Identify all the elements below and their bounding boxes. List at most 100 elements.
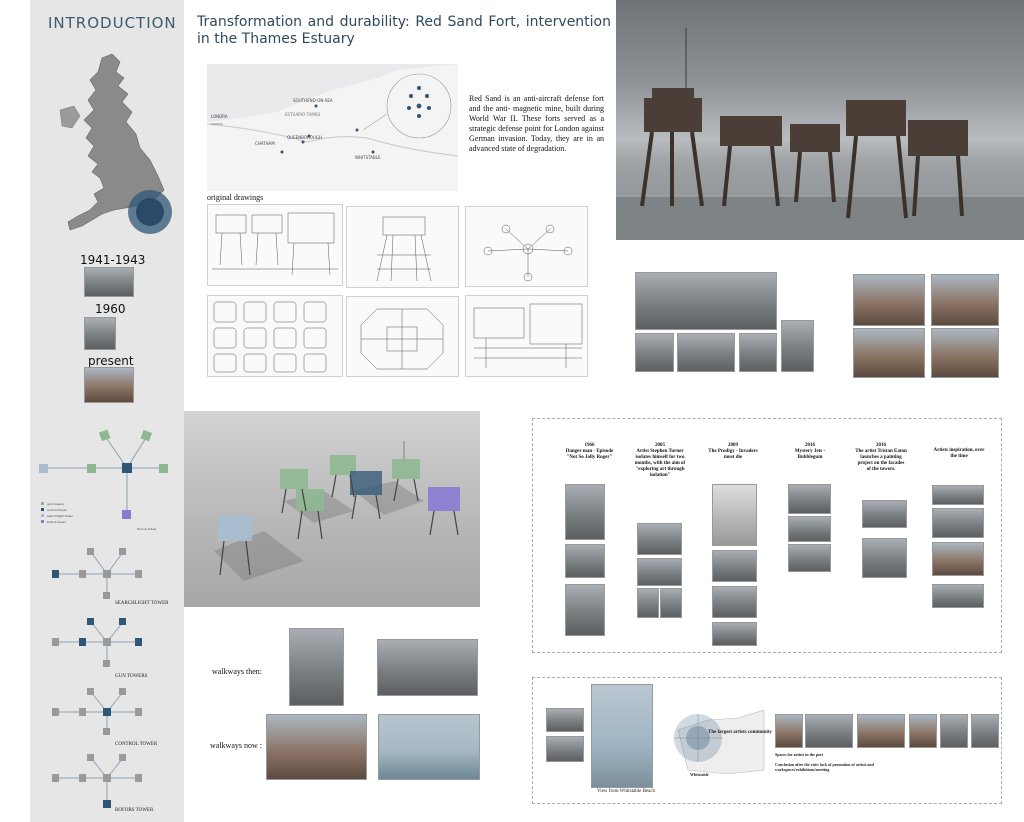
map-label-estuary: ESTUARIO TAMIGI — [285, 112, 321, 117]
drawing-plans-grid — [207, 295, 343, 377]
photo-collage-2 — [677, 333, 735, 372]
port-photo-5 — [940, 714, 968, 748]
caption-control-tower: CONTROL TOWER — [115, 742, 158, 747]
tl-photo-1966-c — [565, 584, 605, 636]
location-marker-inner — [136, 198, 164, 226]
legend-searchlight: searchlight tower — [47, 514, 74, 518]
tl-photo-eaton-b — [862, 538, 907, 578]
caption-bofors-tower: BOFORS TOWER — [115, 808, 154, 813]
tl-photo-2005-d — [660, 588, 682, 618]
tower-node — [39, 464, 48, 473]
map-label-london: LONDRA — [211, 114, 228, 119]
photo-interior-3 — [853, 328, 925, 378]
drawing-section — [465, 295, 588, 377]
timeline-artists-inspiration: Artists inspiration, over the time — [933, 448, 985, 459]
timeline-1966: 1966 Danger man - Episode "Not So Jolly R… — [565, 443, 614, 460]
photo-collage-1 — [635, 333, 674, 372]
photo-1941 — [84, 267, 134, 297]
beach-photo-b — [546, 736, 584, 762]
timeline-2016-mystery-jets: 2016 Mystery Jets - Bubblegum — [794, 443, 826, 460]
tl-photo-2009-b — [712, 550, 757, 582]
map-label-whitstable: WHITSTABLE — [355, 155, 381, 160]
photo-interior-4 — [931, 328, 999, 378]
walkways-then-label: walkways then: — [212, 667, 262, 676]
tl-photo-1966-a — [565, 484, 605, 540]
drawing-elevation-2 — [346, 206, 459, 288]
hero-photo-red-sand-fort — [616, 0, 1024, 240]
photo-walkway-then-2 — [377, 639, 478, 696]
photo-interior-1 — [853, 274, 925, 326]
photo-present — [84, 367, 134, 403]
tower-node — [140, 429, 153, 442]
timeline-2009: 2009 The Prodigy - Invaders must die — [708, 443, 758, 460]
tl-photo-2009-c — [712, 586, 757, 618]
community-label: The largest artists community — [708, 730, 773, 735]
control-tower-diagram — [52, 688, 142, 735]
tl-photo-eaton-a — [862, 500, 907, 528]
render-towers-3d — [184, 411, 480, 607]
port-photo-6 — [971, 714, 999, 748]
drawing-plan-star — [465, 206, 588, 287]
caption-searchlight: SEARCHLIGHT TOWER — [115, 601, 169, 606]
tower-node — [122, 510, 131, 519]
tower-node — [87, 464, 96, 473]
tl-photo-2009-d — [712, 622, 757, 646]
legend-bofors: bofors tower — [47, 520, 66, 524]
intro-paragraph: Red Sand is an anti-aircraft defense for… — [469, 94, 604, 153]
page-title: Transformation and durability: Red Sand … — [197, 14, 611, 47]
photo-walkway-then-1 — [289, 628, 344, 706]
photo-forts-historic — [635, 272, 777, 330]
beach-photo-a — [546, 708, 584, 732]
tl-photo-insp-c — [932, 542, 984, 576]
beach-photo-view — [591, 684, 653, 788]
bofors-tower-diagram — [52, 754, 142, 808]
legend-control-tower: control tower — [47, 508, 67, 512]
photo-interior-2 — [931, 274, 999, 326]
legend-tunnel-note: Tunnel tubes — [137, 527, 157, 531]
tl-photo-insp-a — [932, 485, 984, 505]
port-photo-2 — [805, 714, 853, 748]
tl-photo-2005-c — [637, 588, 659, 618]
photo-collage-4 — [781, 320, 814, 372]
map-label-queenborough: QUEENBOROUGH — [287, 135, 322, 140]
photo-collage-3 — [739, 333, 777, 372]
tl-photo-insp-b — [932, 508, 984, 538]
tl-photo-2005-a — [637, 523, 682, 555]
timeline-2016-tristan-eaton: 2016 The artist Tristan Eaton launches a … — [855, 443, 907, 472]
port-photo-3 — [857, 714, 905, 748]
tl-photo-insp-d — [932, 584, 984, 608]
walkways-now-label: walkways now : — [210, 741, 262, 750]
photo-walkway-now-1 — [266, 714, 367, 780]
port-photo-1 — [775, 714, 803, 748]
photo-1960 — [84, 317, 116, 350]
timeline-2005: 2005 Artist Stephen Turner isolates himse… — [634, 443, 686, 478]
whitstable-map — [674, 709, 765, 775]
tower-node — [98, 429, 111, 442]
beach-caption: View from Whitstable Beach — [597, 789, 656, 794]
map-label-southend: SOUTHEND-ON-SEA — [293, 98, 333, 103]
drawing-elevation-1 — [207, 204, 343, 286]
caption-gun-towers: GUN TOWERS — [115, 674, 148, 679]
port-photo-4 — [909, 714, 937, 748]
year-label-1941: 1941-1943 — [80, 253, 146, 267]
gun-towers-diagram — [52, 618, 142, 667]
uk-map — [59, 53, 172, 234]
whitstable-label: Whitstable — [690, 772, 709, 777]
conclusion-note: Conclusion after the visit: lack of prom… — [775, 762, 874, 772]
year-label-1960: 1960 — [95, 302, 126, 316]
searchlight-tower-diagram — [52, 548, 142, 599]
photo-walkway-now-2 — [378, 714, 480, 780]
year-label-present: present — [88, 354, 134, 368]
drawings-label: original drawings — [207, 193, 264, 202]
tl-photo-2016-a — [788, 484, 831, 514]
drawing-plan-octagon — [346, 296, 459, 377]
legend-gun-towers: gun towers — [47, 502, 64, 506]
tower-node — [159, 464, 168, 473]
tl-photo-2016-b — [788, 516, 831, 542]
tl-photo-2009-a — [712, 484, 757, 546]
estuary-map: LONDRA SOUTHEND-ON-SEA ESTUARIO TAMIGI Q… — [206, 64, 459, 191]
tl-photo-1966-b — [565, 544, 605, 578]
tower-diagrams — [39, 429, 168, 808]
tower-node — [122, 463, 132, 473]
tl-photo-2005-b — [637, 558, 682, 586]
